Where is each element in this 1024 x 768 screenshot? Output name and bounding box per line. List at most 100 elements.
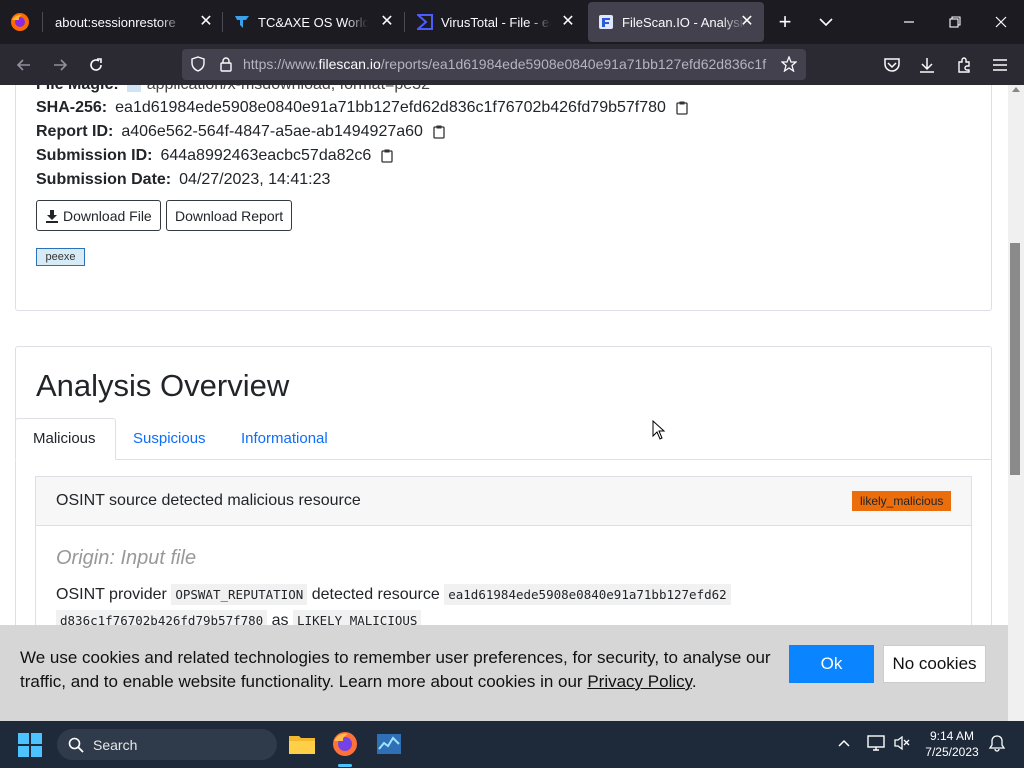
- scroll-up-icon[interactable]: [1012, 87, 1020, 92]
- submission-date-label: Submission Date:: [36, 171, 172, 188]
- file-magic-label: File Magic:: [36, 85, 119, 94]
- clock-date: 7/25/2023: [925, 745, 979, 759]
- origin-text: Origin: Input file: [56, 547, 197, 569]
- reload-icon[interactable]: [81, 50, 111, 80]
- close-icon[interactable]: ✕: [197, 13, 215, 31]
- report-id-label: Report ID:: [36, 123, 114, 140]
- copy-icon[interactable]: [433, 125, 445, 139]
- submission-date-value: 04/27/2023, 14:41:23: [179, 171, 331, 188]
- file-explorer-icon[interactable]: [287, 729, 317, 759]
- verdict-badge: likely_malicious: [852, 491, 952, 511]
- submission-id-row: Submission ID: 644a8992463eacbc57da82c6: [36, 147, 393, 165]
- windows-start-icon[interactable]: [17, 732, 43, 758]
- restore-button[interactable]: [932, 0, 978, 44]
- privacy-policy-link[interactable]: Privacy Policy: [587, 672, 692, 691]
- file-magic-row: File Magic: application/x-msdownload, fo…: [36, 85, 430, 94]
- mouse-cursor: [652, 420, 666, 440]
- forward-icon[interactable]: [45, 50, 75, 80]
- copy-icon[interactable]: [676, 101, 688, 115]
- download-icon: [46, 209, 58, 223]
- url-path: /reports/ea1d61984ede5908e0840e91a71bb12…: [380, 56, 767, 72]
- close-window-button[interactable]: [978, 0, 1024, 44]
- copy-icon[interactable]: [381, 149, 393, 163]
- download-report-button[interactable]: Download Report: [166, 200, 293, 231]
- sha256-row: SHA-256: ea1d61984ede5908e0840e91a71bb12…: [36, 99, 688, 117]
- provider-code: OPSWAT_REPUTATION: [171, 584, 308, 605]
- tab-virustotal[interactable]: VirusTotal - File - ea1d6 ✕: [405, 2, 585, 42]
- new-tab-button[interactable]: +: [764, 0, 806, 44]
- tab-title: VirusTotal - File - ea1d6: [441, 14, 551, 30]
- taskbar-search[interactable]: Search: [57, 729, 277, 760]
- scroll-thumb[interactable]: [1010, 243, 1020, 475]
- tabs-divider: [15, 459, 992, 460]
- url-prefix: https://www.: [243, 56, 319, 72]
- report-id-row: Report ID: a406e562-564f-4847-a5ae-ab149…: [36, 123, 445, 141]
- cookie-after: .: [691, 672, 697, 691]
- lock-icon[interactable]: [218, 56, 234, 72]
- filescan-icon: [598, 14, 614, 30]
- page-scrollbar[interactable]: [1008, 85, 1024, 721]
- tab-osworld[interactable]: TC&AXE OS World – to ✕: [224, 2, 404, 42]
- submission-id-value: 644a8992463eacbc57da82c6: [160, 147, 372, 164]
- tc-icon: [234, 14, 250, 30]
- volume-muted-icon[interactable]: [893, 734, 911, 752]
- show-hidden-icons[interactable]: [836, 735, 852, 751]
- list-tabs-icon[interactable]: [806, 0, 846, 44]
- url-text[interactable]: https://www.filescan.io/reports/ea1d6198…: [243, 56, 773, 74]
- sha256-label: SHA-256:: [36, 99, 108, 116]
- detail-prefix: OSINT provider: [56, 586, 167, 603]
- clock-time: 9:14 AM: [929, 729, 975, 743]
- tab-sessionrestore[interactable]: about:sessionrestore ✕: [43, 2, 223, 42]
- tab-malicious[interactable]: Malicious: [15, 418, 116, 460]
- file-tag[interactable]: peexe: [36, 248, 85, 266]
- submission-date-row: Submission Date: 04/27/2023, 14:41:23: [36, 171, 330, 189]
- back-icon[interactable]: [9, 50, 39, 80]
- system-clock[interactable]: 9:14 AM 7/25/2023: [920, 728, 984, 760]
- search-label: Search: [93, 736, 138, 753]
- tab-informational[interactable]: Informational: [241, 430, 328, 447]
- shield-icon[interactable]: [190, 56, 206, 72]
- analysis-overview-title: Analysis Overview: [36, 368, 290, 403]
- tab-title: FileScan.IO - Analysis R: [622, 14, 746, 30]
- cookie-banner: We use cookies and related technologies …: [0, 625, 1008, 721]
- finding-title: OSINT source detected malicious resource: [56, 492, 361, 509]
- app-menu-icon[interactable]: [985, 50, 1015, 80]
- extensions-icon[interactable]: [949, 50, 979, 80]
- accept-cookies-button[interactable]: Ok: [789, 645, 874, 683]
- report-id-value: a406e562-564f-4847-a5ae-ab1494927a60: [121, 123, 423, 140]
- submission-id-label: Submission ID:: [36, 147, 153, 164]
- sha256-value: ea1d61984ede5908e0840e91a71bb127efd62d83…: [115, 99, 666, 116]
- file-magic-value: application/x-msdownload, format=pe32: [147, 85, 430, 94]
- url-host: filescan.io: [318, 56, 381, 72]
- reject-cookies-button[interactable]: No cookies: [883, 645, 986, 683]
- downloads-icon[interactable]: [912, 50, 942, 80]
- tab-strip: about:sessionrestore ✕ TC&AXE OS World –…: [0, 0, 1024, 44]
- bookmark-star-icon[interactable]: [780, 55, 798, 73]
- download-report-label: Download Report: [175, 207, 284, 224]
- resource-code: ea1d61984ede5908e0840e91a71bb127efd62: [444, 584, 731, 605]
- network-icon[interactable]: [866, 734, 886, 752]
- tab-suspicious[interactable]: Suspicious: [133, 430, 206, 447]
- firefox-taskbar-icon[interactable]: [330, 729, 360, 759]
- virustotal-icon: [415, 14, 433, 30]
- active-app-indicator: [338, 764, 352, 767]
- save-to-pocket-icon[interactable]: [877, 50, 907, 80]
- notification-icon[interactable]: [988, 734, 1006, 752]
- firefox-menu-icon[interactable]: [10, 12, 30, 32]
- tab-title: TC&AXE OS World – to: [258, 14, 368, 30]
- finding-header[interactable]: OSINT source detected malicious resource…: [36, 477, 971, 526]
- taskbar: Search 9:14 AM 7/25/2023: [0, 721, 1024, 768]
- cookie-text: We use cookies and related technologies …: [20, 646, 780, 694]
- file-type-icon: [126, 85, 141, 92]
- url-bar[interactable]: https://www.filescan.io/reports/ea1d6198…: [182, 49, 806, 80]
- close-icon[interactable]: ✕: [559, 13, 577, 31]
- task-manager-icon[interactable]: [374, 729, 404, 759]
- detail-mid: detected resource: [311, 586, 440, 603]
- close-icon[interactable]: ✕: [378, 13, 396, 31]
- download-file-button[interactable]: Download File: [36, 200, 161, 231]
- tab-filescan[interactable]: FileScan.IO - Analysis R ✕: [588, 2, 764, 42]
- tab-title: about:sessionrestore: [55, 14, 176, 30]
- minimize-button[interactable]: [886, 0, 932, 44]
- download-file-label: Download File: [63, 207, 152, 224]
- close-icon[interactable]: ✕: [738, 13, 756, 31]
